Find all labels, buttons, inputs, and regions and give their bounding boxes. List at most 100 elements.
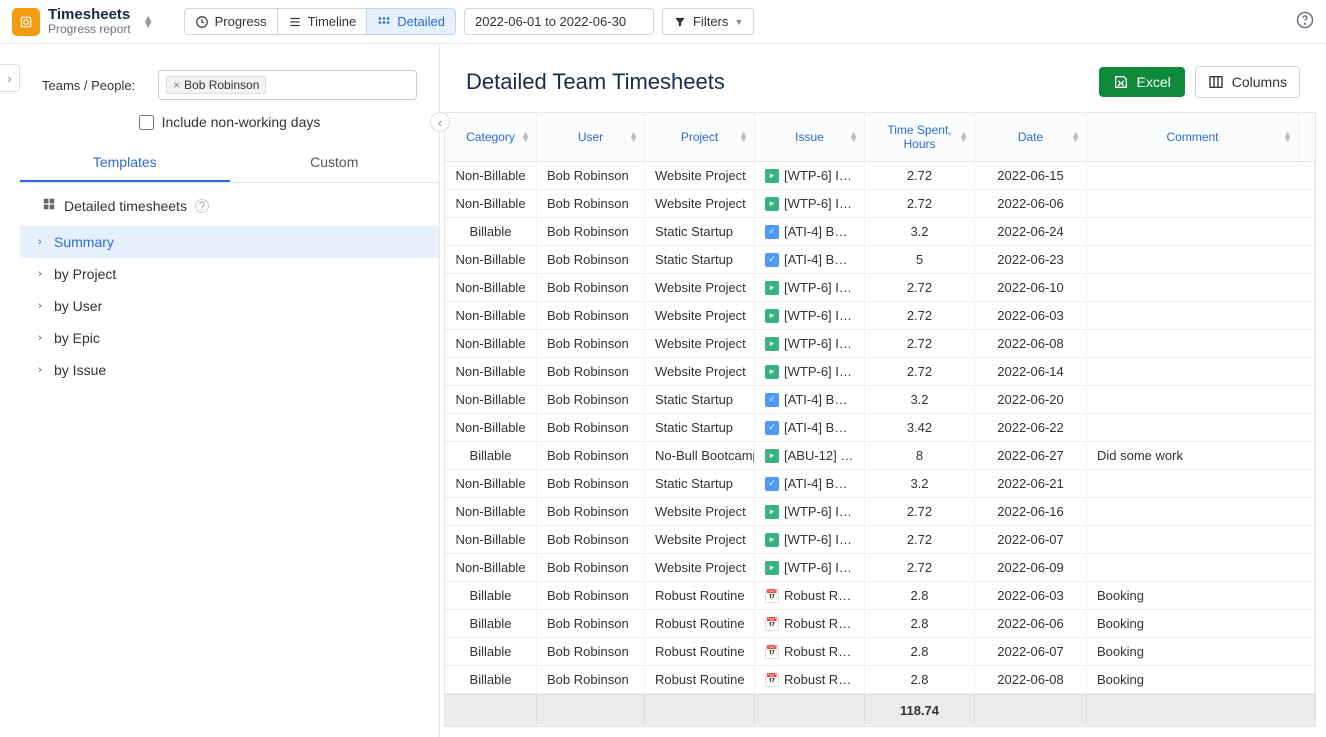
table-row[interactable]: Non-BillableBob RobinsonWebsite Project▸… — [445, 498, 1315, 526]
include-nonworking-checkbox[interactable]: Include non-working days — [20, 114, 439, 144]
calendar-icon: 📅 — [765, 645, 779, 659]
table-row[interactable]: BillableBob RobinsonRobust Routine📅Robus… — [445, 610, 1315, 638]
cell-hours: 3.42 — [865, 414, 975, 441]
cell-category: Non-Billable — [445, 554, 537, 581]
table-row[interactable]: Non-BillableBob RobinsonStatic Startup✓[… — [445, 386, 1315, 414]
cell-user: Bob Robinson — [537, 302, 645, 329]
cell-hours: 2.8 — [865, 666, 975, 693]
table-body[interactable]: Non-BillableBob RobinsonWebsite Project▸… — [445, 162, 1315, 694]
tab-custom[interactable]: Custom — [230, 144, 440, 182]
cell-issue[interactable]: ▸[WTP-6] Integ... — [755, 190, 865, 217]
col-header-comment[interactable]: Comment▲▼ — [1087, 113, 1299, 161]
table-row[interactable]: Non-BillableBob RobinsonStatic Startup✓[… — [445, 470, 1315, 498]
cell-user: Bob Robinson — [537, 246, 645, 273]
cell-issue[interactable]: ▸[WTP-6] Integ... — [755, 274, 865, 301]
table-row[interactable]: Non-BillableBob RobinsonWebsite Project▸… — [445, 330, 1315, 358]
table-row[interactable]: Non-BillableBob RobinsonWebsite Project▸… — [445, 526, 1315, 554]
cell-comment — [1087, 358, 1315, 385]
table-row[interactable]: Non-BillableBob RobinsonStatic Startup✓[… — [445, 414, 1315, 442]
section-help-icon[interactable]: ? — [195, 199, 209, 213]
cell-date: 2022-06-10 — [975, 274, 1087, 301]
cell-issue[interactable]: 📅Robust Routi... — [755, 638, 865, 665]
expand-left-handle[interactable]: › — [0, 64, 20, 92]
timeline-tab[interactable]: Timeline — [277, 8, 368, 35]
table-row[interactable]: BillableBob RobinsonRobust Routine📅Robus… — [445, 638, 1315, 666]
cell-issue[interactable]: ▸[WTP-6] Integ... — [755, 330, 865, 357]
person-chip[interactable]: ×Bob Robinson — [166, 76, 266, 94]
tree-item-by-issue[interactable]: ›by Issue — [20, 354, 439, 386]
progress-tab[interactable]: Progress — [184, 8, 278, 35]
tab-templates[interactable]: Templates — [20, 144, 230, 182]
tree-item-summary[interactable]: ›Summary — [20, 226, 439, 258]
cell-issue[interactable]: 📅Robust Routi... — [755, 666, 865, 693]
cell-issue[interactable]: ✓[ATI-4] Busine... — [755, 414, 865, 441]
cell-category: Non-Billable — [445, 498, 537, 525]
include-nonworking-input[interactable] — [139, 115, 154, 130]
calendar-icon: 📅 — [765, 617, 779, 631]
app-switcher-icon[interactable]: ▲▼ — [143, 16, 154, 28]
table-row[interactable]: BillableBob RobinsonRobust Routine📅Robus… — [445, 582, 1315, 610]
detailed-tab[interactable]: Detailed — [366, 8, 456, 35]
teams-people-input[interactable]: ×Bob Robinson — [158, 70, 417, 100]
cell-issue[interactable]: ▸[WTP-6] Integ... — [755, 498, 865, 525]
cell-hours: 2.72 — [865, 330, 975, 357]
cell-issue[interactable]: ▸[WTP-6] Integ... — [755, 554, 865, 581]
filters-button[interactable]: Filters ▼ — [662, 8, 754, 35]
table-row[interactable]: BillableBob RobinsonNo-Bull Bootcamp▸[AB… — [445, 442, 1315, 470]
cell-project: Website Project — [645, 162, 755, 189]
col-header-project[interactable]: Project▲▼ — [645, 113, 755, 161]
tree-item-by-user[interactable]: ›by User — [20, 290, 439, 322]
cell-issue[interactable]: ✓[ATI-4] Busine... — [755, 246, 865, 273]
col-header-user[interactable]: User▲▼ — [537, 113, 645, 161]
cell-issue[interactable]: ✓[ATI-4] Busine... — [755, 470, 865, 497]
cell-date: 2022-06-06 — [975, 610, 1087, 637]
table-row[interactable]: Non-BillableBob RobinsonWebsite Project▸… — [445, 274, 1315, 302]
collapse-sidebar-handle[interactable]: ‹ — [430, 112, 450, 132]
col-header-category[interactable]: Category▲▼ — [445, 113, 537, 161]
cell-issue[interactable]: ▸[WTP-6] Integ... — [755, 162, 865, 189]
story-icon: ▸ — [765, 309, 779, 323]
tree-item-by-epic[interactable]: ›by Epic — [20, 322, 439, 354]
table-row[interactable]: Non-BillableBob RobinsonWebsite Project▸… — [445, 190, 1315, 218]
chevron-right-icon: › — [38, 268, 42, 280]
table-row[interactable]: Non-BillableBob RobinsonWebsite Project▸… — [445, 302, 1315, 330]
col-header-date[interactable]: Date▲▼ — [975, 113, 1087, 161]
col-header-hours[interactable]: Time Spent, Hours▲▼ — [865, 113, 975, 161]
cell-issue[interactable]: ▸[ABU-12] Cre... — [755, 442, 865, 469]
cell-issue[interactable]: ✓[ATI-4] Busine... — [755, 218, 865, 245]
cell-user: Bob Robinson — [537, 162, 645, 189]
cell-category: Non-Billable — [445, 358, 537, 385]
cell-issue[interactable]: ✓[ATI-4] Busine... — [755, 386, 865, 413]
cell-hours: 2.8 — [865, 638, 975, 665]
cell-issue[interactable]: 📅Robust Routi... — [755, 610, 865, 637]
story-icon: ▸ — [765, 561, 779, 575]
cell-category: Non-Billable — [445, 162, 537, 189]
cell-project: No-Bull Bootcamp — [645, 442, 755, 469]
cell-project: Website Project — [645, 302, 755, 329]
table-row[interactable]: BillableBob RobinsonRobust Routine📅Robus… — [445, 666, 1315, 694]
table-row[interactable]: BillableBob RobinsonStatic Startup✓[ATI-… — [445, 218, 1315, 246]
cell-project: Robust Routine — [645, 666, 755, 693]
cell-hours: 5 — [865, 246, 975, 273]
task-icon: ✓ — [765, 477, 779, 491]
table-row[interactable]: Non-BillableBob RobinsonWebsite Project▸… — [445, 162, 1315, 190]
columns-button[interactable]: Columns — [1195, 66, 1300, 98]
table-row[interactable]: Non-BillableBob RobinsonStatic Startup✓[… — [445, 246, 1315, 274]
table-row[interactable]: Non-BillableBob RobinsonWebsite Project▸… — [445, 554, 1315, 582]
cell-date: 2022-06-21 — [975, 470, 1087, 497]
chip-remove-icon[interactable]: × — [173, 78, 180, 92]
tree-item-by-project[interactable]: ›by Project — [20, 258, 439, 290]
help-icon[interactable] — [1296, 11, 1314, 32]
cell-hours: 2.8 — [865, 582, 975, 609]
app-title-block[interactable]: Timesheets Progress report — [48, 7, 131, 37]
cell-issue[interactable]: ▸[WTP-6] Integ... — [755, 302, 865, 329]
date-range-picker[interactable]: 2022-06-01 to 2022-06-30 — [464, 8, 654, 35]
cell-issue[interactable]: ▸[WTP-6] Integ... — [755, 526, 865, 553]
cell-user: Bob Robinson — [537, 190, 645, 217]
cell-issue[interactable]: 📅Robust Routi... — [755, 582, 865, 609]
table-row[interactable]: Non-BillableBob RobinsonWebsite Project▸… — [445, 358, 1315, 386]
cell-comment — [1087, 330, 1315, 357]
excel-export-button[interactable]: Excel — [1099, 67, 1185, 97]
col-header-issue[interactable]: Issue▲▼ — [755, 113, 865, 161]
cell-issue[interactable]: ▸[WTP-6] Integ... — [755, 358, 865, 385]
